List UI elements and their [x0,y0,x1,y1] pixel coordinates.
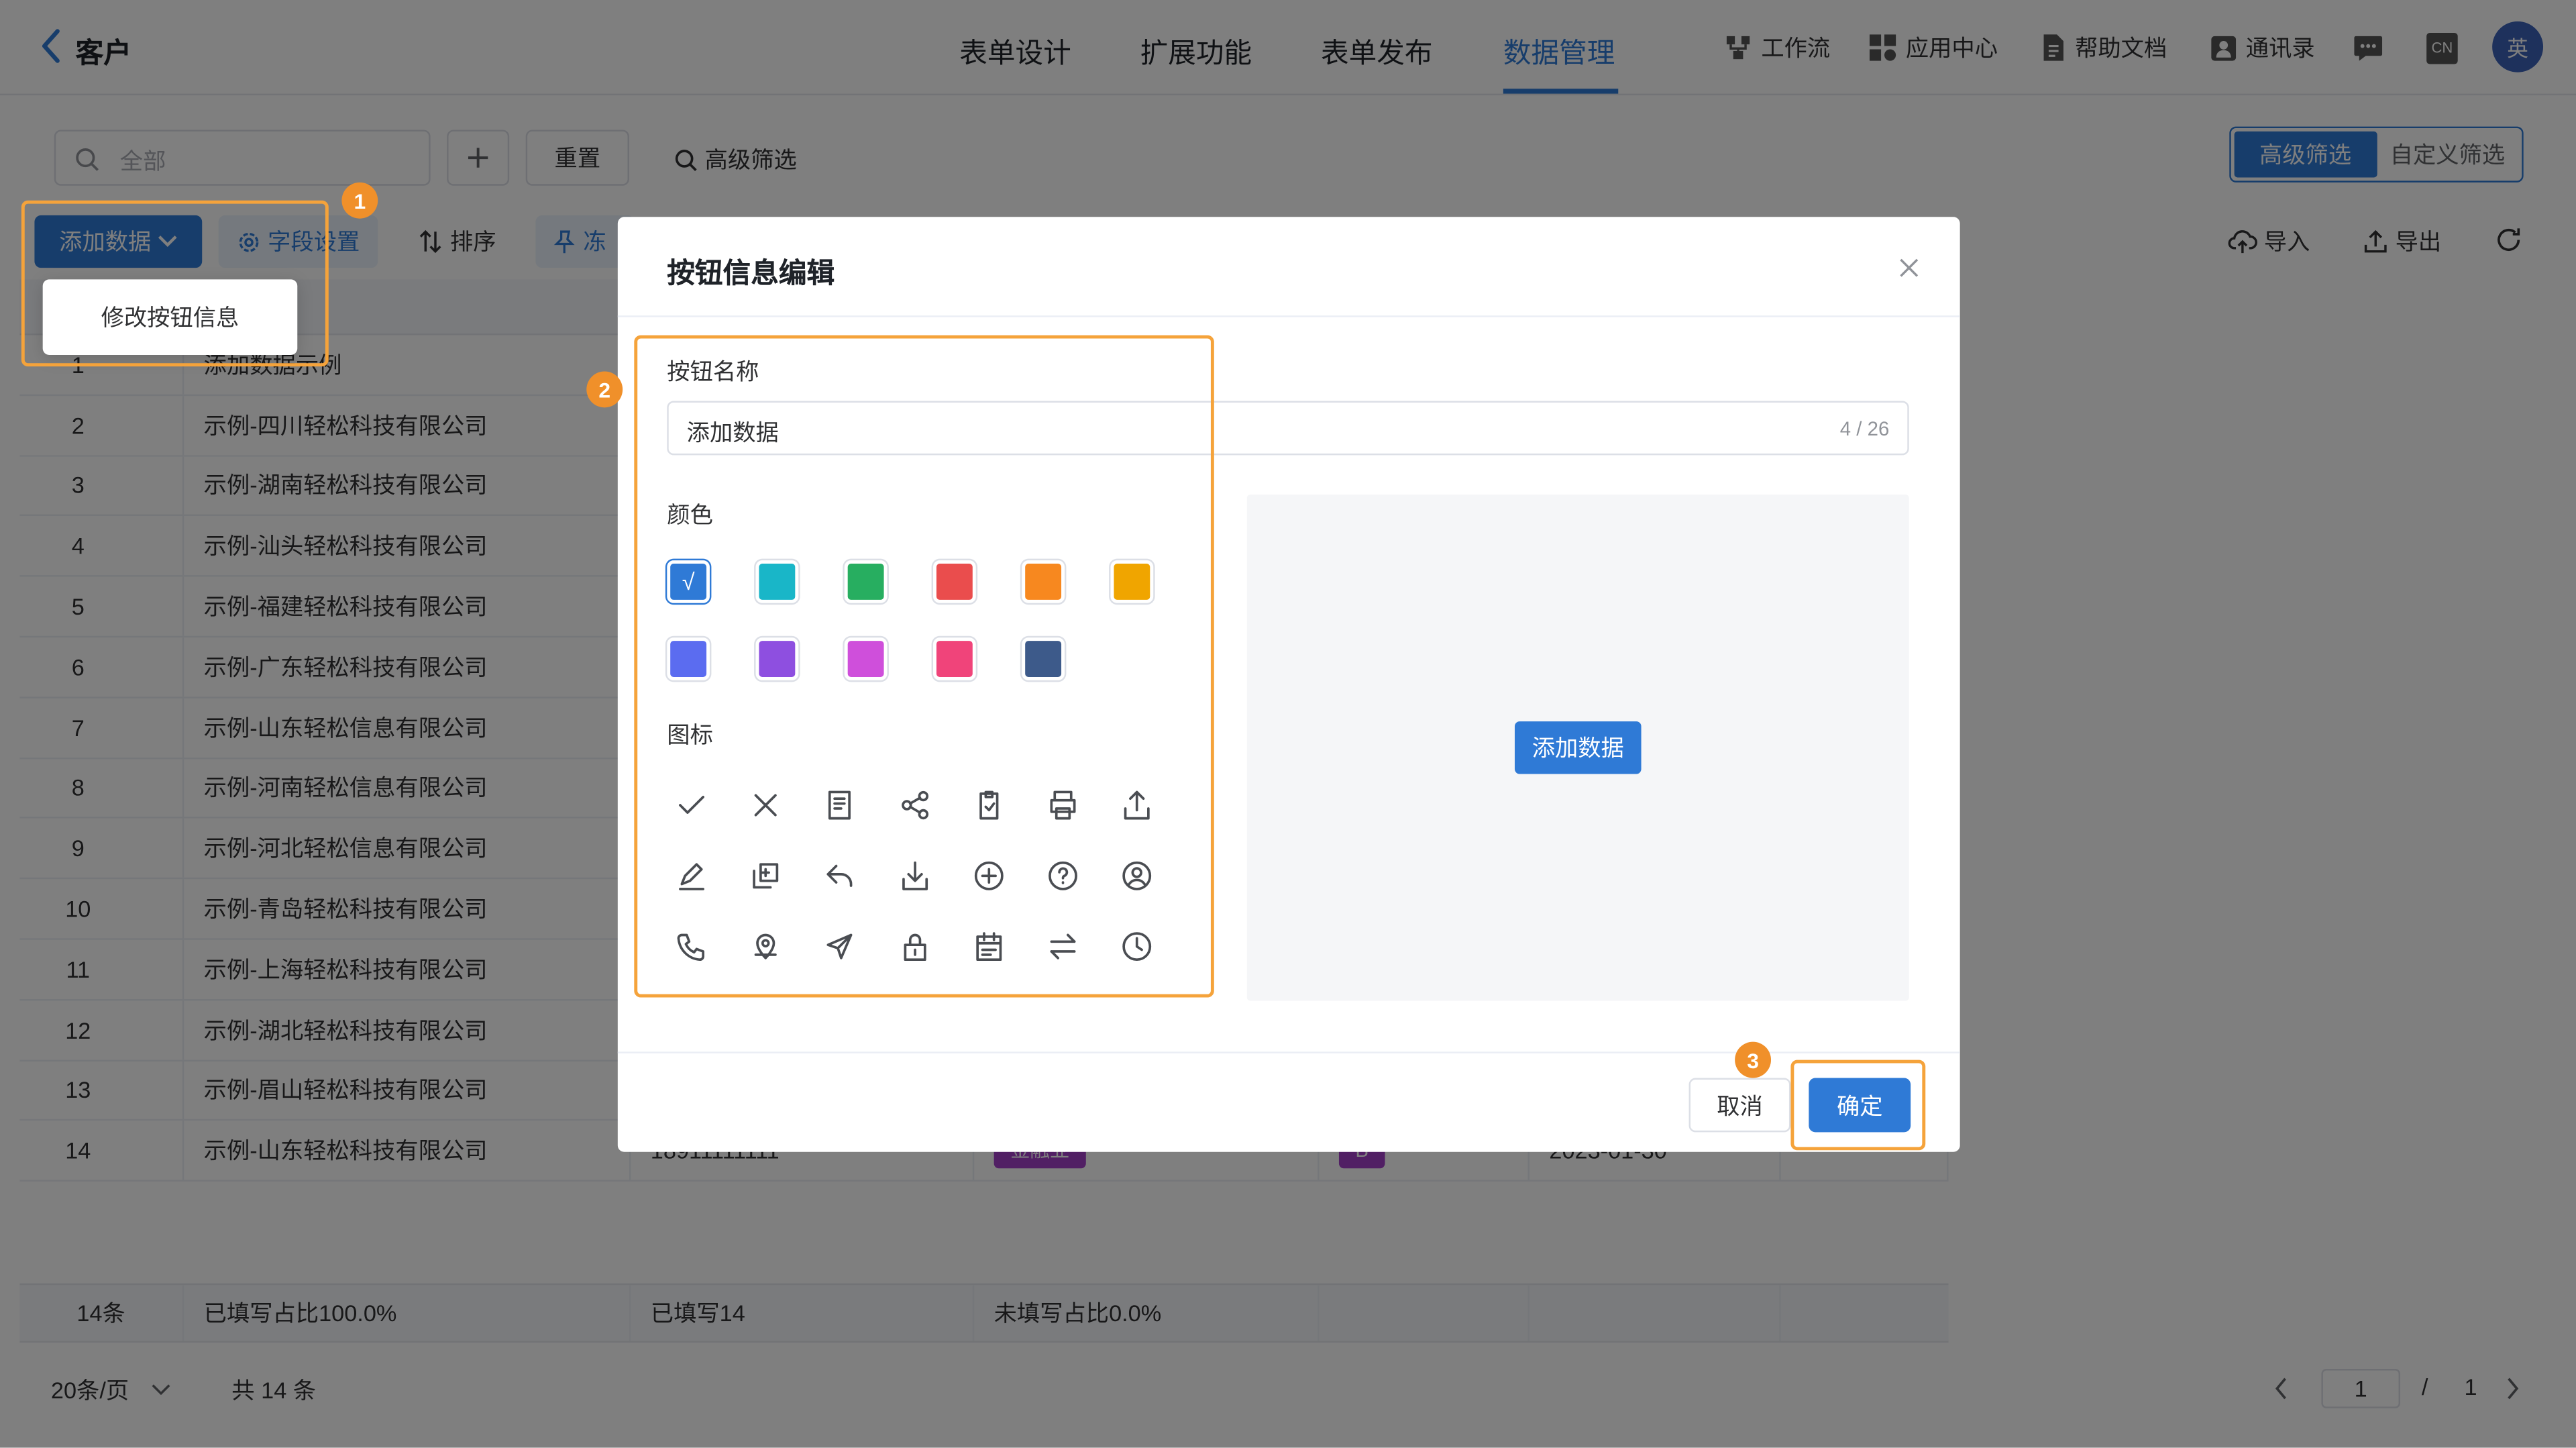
confirm-button[interactable]: 确定 [1809,1078,1911,1133]
button-info-edit-dialog: 按钮信息编辑 按钮名称 添加数据 4 / 26 颜色 √ 图标 添加数据 取消 … [617,217,1960,1152]
clock-icon[interactable] [1111,920,1163,972]
color-swatch[interactable] [844,637,888,680]
printer-icon[interactable] [1036,779,1089,831]
callout-badge-3: 3 [1735,1041,1772,1078]
swap-icon[interactable] [1036,920,1089,972]
cancel-button[interactable]: 取消 [1688,1078,1791,1133]
color-swatch[interactable] [755,560,799,603]
color-label: 颜色 [667,501,713,528]
calendar-icon[interactable] [963,920,1015,972]
callout-badge-2: 2 [586,371,623,408]
color-swatch[interactable] [755,637,799,680]
icon-label: 图标 [667,721,713,748]
upload-icon[interactable] [1111,779,1163,831]
preview-button: 添加数据 [1514,721,1642,774]
book-icon[interactable] [814,779,866,831]
share-icon[interactable] [888,779,941,831]
plus-circle-icon[interactable] [963,849,1015,902]
dialog-divider [617,315,1960,317]
button-preview-panel: 添加数据 [1246,495,1909,1001]
color-swatch[interactable] [933,560,976,603]
color-swatch[interactable] [1022,637,1065,680]
color-swatch[interactable]: √ [667,560,710,603]
download-icon[interactable] [888,849,941,902]
copy-icon[interactable] [740,849,792,902]
question-circle-icon[interactable] [1036,849,1089,902]
selected-check-mark: √ [682,568,695,595]
clipboard-icon[interactable] [963,779,1015,831]
phone-icon[interactable] [665,920,718,972]
button-name-label: 按钮名称 [667,358,759,385]
edit-button-info-menu-item[interactable]: 修改按钮信息 [42,279,298,355]
color-swatch[interactable] [844,560,888,603]
close-icon[interactable] [740,779,792,831]
button-name-value: 添加数据 [686,419,779,446]
color-swatch[interactable] [933,637,976,680]
user-circle-icon[interactable] [1111,849,1163,902]
lock-icon[interactable] [888,920,941,972]
dialog-title: 按钮信息编辑 [667,258,835,290]
check-icon[interactable] [665,779,718,831]
color-swatch[interactable] [1110,560,1154,603]
close-icon[interactable] [1899,258,1919,277]
send-icon[interactable] [814,920,866,972]
char-count: 4 / 26 [1839,417,1890,441]
color-swatch[interactable] [667,637,710,680]
reply-icon[interactable] [814,849,866,902]
location-pin-icon[interactable] [740,920,792,972]
callout-badge-1: 1 [341,182,378,219]
app-root: 客户 表单设计 扩展功能 表单发布 数据管理 工作流 应用中心 帮助文档 通讯录… [0,0,2576,1448]
pencil-icon[interactable] [665,849,718,902]
color-swatch[interactable] [1022,560,1065,603]
button-name-input[interactable]: 添加数据 4 / 26 [667,401,1909,456]
